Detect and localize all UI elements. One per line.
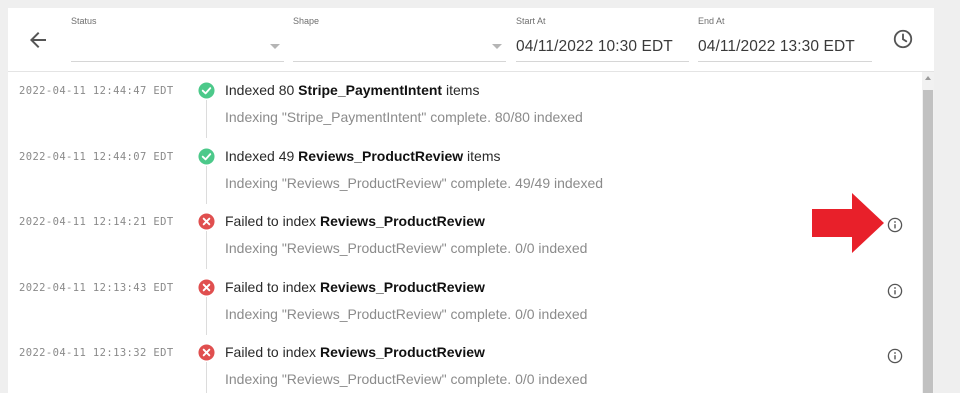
log-message-entity: Stripe_PaymentIntent <box>298 82 443 98</box>
indexing-log-panel: Status Shape Start At 04/11/2022 10:30 E… <box>8 8 934 393</box>
end-at-value[interactable]: 04/11/2022 13:30 EDT <box>698 38 855 56</box>
filter-toolbar: Status Shape Start At 04/11/2022 10:30 E… <box>8 8 934 72</box>
log-entry: 2022-04-11 12:44:07 EDT Indexed 49 Review… <box>8 138 922 204</box>
status-label: Status <box>71 16 97 26</box>
clock-icon <box>893 29 913 49</box>
time-range-button[interactable] <box>892 28 914 50</box>
log-message-entity: Reviews_ProductReview <box>298 147 464 164</box>
log-detail: Indexing "Reviews_ProductReview" complet… <box>225 305 588 322</box>
red-annotation-arrow-icon <box>812 193 884 253</box>
log-message-prefix: Indexed 49 <box>225 147 299 164</box>
log-message-prefix: Failed to index <box>225 213 320 229</box>
log-message-entity: Reviews_ProductReview <box>319 278 485 295</box>
start-at-value[interactable]: 04/11/2022 10:30 EDT <box>516 38 673 56</box>
log-timestamp: 2022-04-11 12:13:32 EDT <box>19 347 174 359</box>
log-message-prefix: Failed to index <box>225 278 320 295</box>
check-circle-icon <box>198 82 215 99</box>
end-at-field[interactable]: End At 04/11/2022 13:30 EDT <box>698 8 872 62</box>
log-message-prefix: Failed to index <box>225 344 320 360</box>
log-entry: 2022-04-11 12:13:32 EDT Failed to index R… <box>8 334 922 393</box>
scroll-up-arrow-icon[interactable] <box>925 76 931 80</box>
log-message-suffix: items <box>463 147 501 164</box>
timeline-connector <box>206 362 207 393</box>
info-circle-icon[interactable] <box>887 348 903 364</box>
vertical-scrollbar[interactable] <box>922 72 934 393</box>
start-at-label: Start At <box>516 16 546 26</box>
log-timestamp: 2022-04-11 12:44:47 EDT <box>19 85 174 97</box>
shape-label: Shape <box>293 16 320 26</box>
log-detail: Indexing "Stripe_PaymentIntent" complete… <box>225 109 583 125</box>
log-message: Failed to index Reviews_ProductReview <box>225 279 485 295</box>
timeline-connector <box>206 296 207 335</box>
log-detail: Indexing "Reviews_ProductReview" complet… <box>225 174 604 191</box>
log-message-suffix: items <box>442 82 480 98</box>
log-entry: 2022-04-11 12:13:43 EDT Failed to index R… <box>8 269 922 335</box>
log-message-entity: Reviews_ProductReview <box>319 213 485 229</box>
log-timestamp: 2022-04-11 12:44:07 EDT <box>19 150 174 163</box>
chevron-down-icon <box>492 44 502 49</box>
log-message-prefix: Indexed 80 <box>225 82 299 98</box>
scroll-thumb[interactable] <box>923 90 933 393</box>
shape-select[interactable]: Shape <box>293 8 506 62</box>
log-timestamp: 2022-04-11 12:14:21 EDT <box>19 216 174 228</box>
start-at-field[interactable]: Start At 04/11/2022 10:30 EDT <box>516 8 689 62</box>
log-list: 2022-04-11 12:44:47 EDT Indexed 80 Stripe… <box>8 72 922 393</box>
log-timestamp: 2022-04-11 12:13:43 EDT <box>19 281 174 294</box>
log-detail: Indexing "Reviews_ProductReview" complet… <box>225 371 588 387</box>
log-message: Failed to index Reviews_ProductReview <box>225 344 485 360</box>
status-select[interactable]: Status <box>71 8 284 62</box>
info-circle-icon[interactable] <box>887 283 903 299</box>
back-button[interactable] <box>26 28 50 52</box>
timeline-connector <box>206 100 207 138</box>
info-circle-icon[interactable] <box>887 217 903 233</box>
x-circle-icon <box>198 278 215 296</box>
x-circle-icon <box>198 344 215 361</box>
x-circle-icon <box>198 213 215 230</box>
log-entry: 2022-04-11 12:44:47 EDT Indexed 80 Stripe… <box>8 72 922 138</box>
timeline-connector <box>206 165 207 204</box>
log-message: Indexed 49 Reviews_ProductReview items <box>225 148 500 164</box>
log-message-entity: Reviews_ProductReview <box>319 344 485 360</box>
timeline-connector <box>206 231 207 269</box>
check-circle-icon <box>198 147 215 165</box>
log-detail: Indexing "Reviews_ProductReview" complet… <box>225 240 588 256</box>
log-message: Failed to index Reviews_ProductReview <box>225 213 485 229</box>
log-message: Indexed 80 Stripe_PaymentIntent items <box>225 82 479 98</box>
log-entry: 2022-04-11 12:14:21 EDT Failed to index R… <box>8 203 922 269</box>
arrow-left-icon <box>30 32 46 48</box>
end-at-label: End At <box>698 16 725 26</box>
chevron-down-icon <box>270 44 280 49</box>
